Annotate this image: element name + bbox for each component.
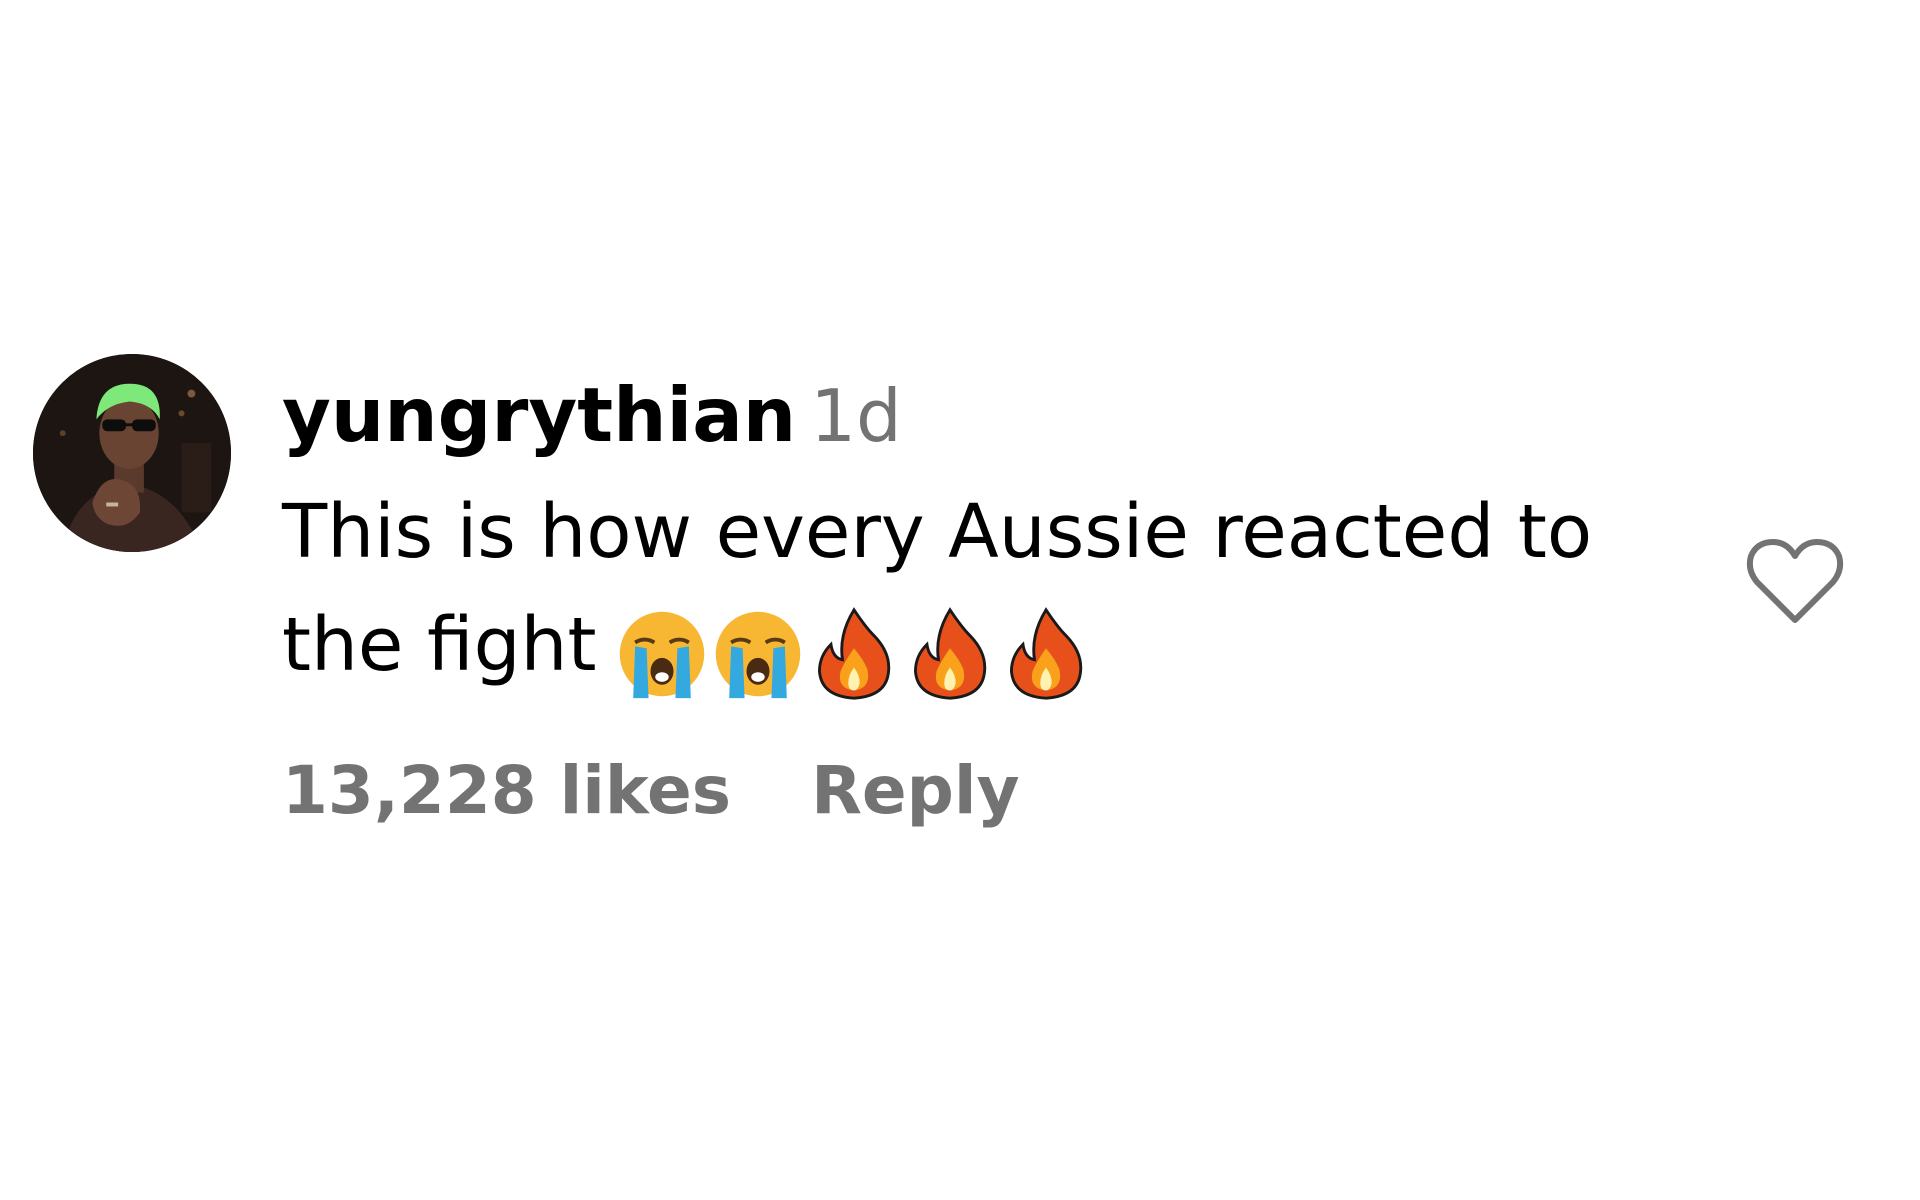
comment-body: yungrythian 1d This is how every Aussie r…	[282, 365, 1662, 836]
reply-button[interactable]: Reply	[811, 752, 1019, 829]
like-button[interactable]	[1745, 536, 1845, 626]
avatar-image	[33, 354, 231, 552]
avatar[interactable]	[33, 354, 231, 552]
emoji-row	[614, 593, 1094, 700]
comment: yungrythian 1d This is how every Aussie r…	[0, 0, 1920, 1200]
timestamp[interactable]: 1d	[810, 374, 902, 458]
comment-actions: 13,228 likes Reply	[282, 746, 1662, 836]
loudly-crying-face-icon	[614, 604, 710, 704]
loudly-crying-face-icon	[710, 604, 806, 704]
fire-icon	[806, 604, 902, 704]
username[interactable]: yungrythian	[282, 371, 796, 459]
comment-header: yungrythian 1d	[282, 365, 1662, 466]
fire-icon	[998, 604, 1094, 704]
likes-count[interactable]: 13,228 likes	[282, 752, 731, 829]
fire-icon	[902, 604, 998, 704]
heart-icon	[1746, 539, 1844, 623]
comment-text: This is how every Aussie reacted to the …	[282, 476, 1662, 702]
